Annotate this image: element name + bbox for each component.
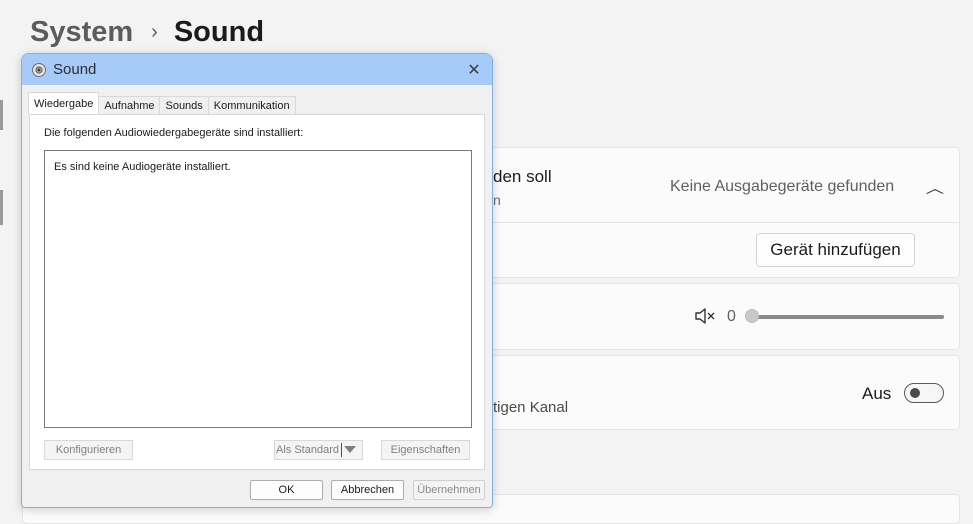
dropdown-arrow-icon[interactable] [344, 446, 356, 453]
mute-icon[interactable] [694, 305, 716, 327]
split-divider [341, 443, 342, 457]
configure-button[interactable]: Konfigurieren [44, 440, 133, 460]
mono-audio-toggle[interactable] [904, 383, 944, 403]
breadcrumb: System › Sound [30, 12, 264, 52]
volume-slider-thumb[interactable] [745, 309, 759, 323]
mono-audio-subtitle: tigen Kanal [493, 399, 569, 416]
tab-kommunikation[interactable]: Kommunikation [207, 96, 296, 114]
chevron-right-icon: › [151, 20, 158, 43]
ok-button[interactable]: OK [250, 480, 323, 500]
properties-button[interactable]: Eigenschaften [381, 440, 470, 460]
tab-wiedergabe[interactable]: Wiedergabe [28, 92, 100, 114]
toggle-state-label: Aus [862, 384, 892, 403]
volume-value: 0 [727, 308, 736, 325]
add-device-button[interactable]: Gerät hinzufügen [756, 233, 915, 267]
volume-slider-track[interactable] [749, 315, 944, 319]
page-title: Sound [173, 15, 265, 48]
dialog-titlebar[interactable]: Sound ✕ [22, 54, 492, 85]
cancel-button[interactable]: Abbrechen [331, 480, 404, 500]
chevron-up-icon[interactable]: ︿ [926, 178, 944, 198]
breadcrumb-parent[interactable]: System [30, 16, 133, 49]
tab-aufnahme[interactable]: Aufnahme [98, 96, 161, 114]
close-icon[interactable]: ✕ [462, 58, 486, 82]
dialog-title: Sound [53, 61, 97, 78]
device-list[interactable]: Es sind keine Audiogeräte installiert. [44, 150, 472, 428]
output-device-value: Keine Ausgabegeräte gefunden [670, 178, 895, 195]
output-device-subtitle: n [493, 192, 501, 208]
sound-dialog: Sound ✕ Wiedergabe Aufnahme Sounds Kommu… [21, 53, 493, 508]
tab-bar: Wiedergabe Aufnahme Sounds Kommunikation [28, 92, 296, 114]
instruction-label: Die folgenden Audiowiedergabegeräte sind… [44, 127, 304, 139]
tab-sounds[interactable]: Sounds [159, 96, 209, 114]
toggle-knob [910, 388, 920, 398]
tab-panel: Die folgenden Audiowiedergabegeräte sind… [29, 114, 485, 470]
output-device-title: den soll [493, 167, 552, 186]
speaker-icon [32, 63, 46, 77]
nav-edge-indicator [0, 100, 3, 130]
empty-list-message: Es sind keine Audiogeräte installiert. [54, 161, 231, 173]
apply-button[interactable]: Übernehmen [413, 480, 485, 500]
set-default-label: Als Standard [276, 444, 339, 456]
set-default-split-button[interactable]: Als Standard [274, 440, 363, 460]
nav-edge-indicator [0, 190, 3, 225]
